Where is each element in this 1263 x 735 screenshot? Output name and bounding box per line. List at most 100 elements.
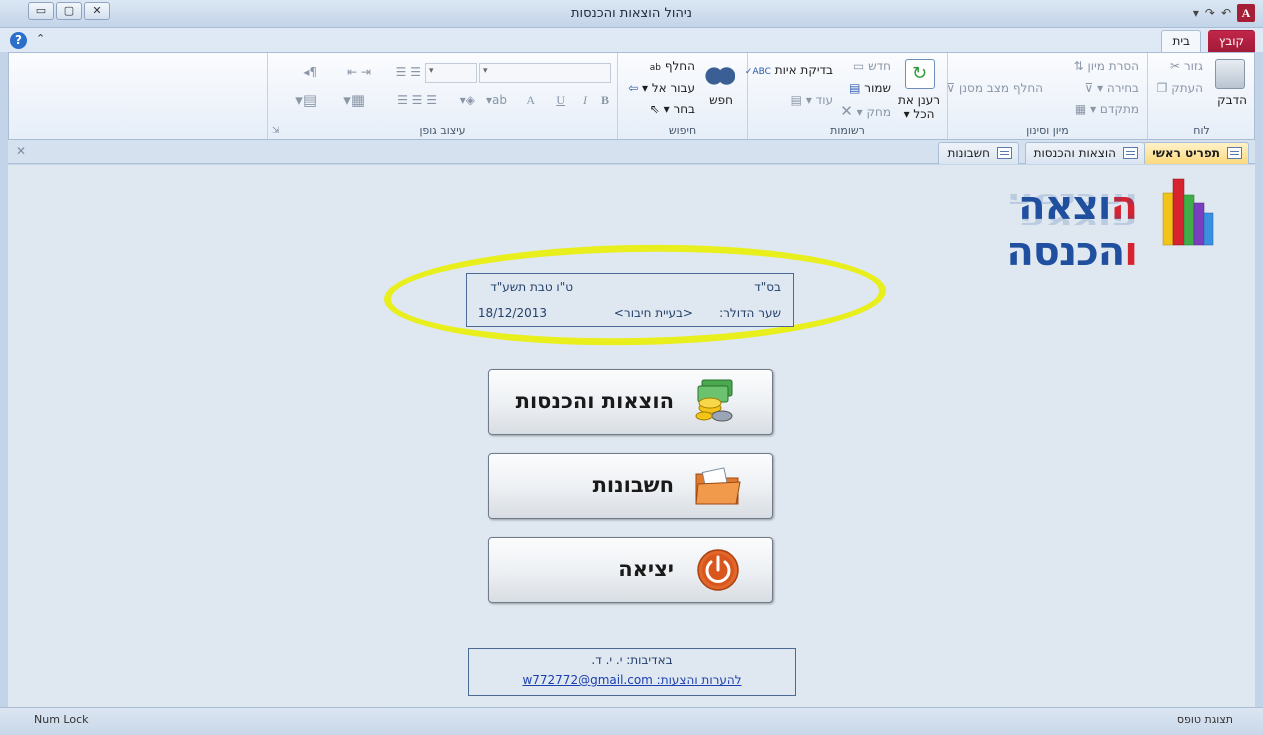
folder-icon (695, 467, 741, 505)
gregorian-date: 18/12/2013 (477, 306, 547, 320)
tab-file[interactable]: קובץ (1207, 30, 1255, 52)
exit-label: יציאה (618, 557, 674, 581)
save-label: שמור (864, 81, 891, 95)
advanced-label: מתקדם ▾ (1090, 102, 1139, 116)
scissors-icon: ✂ (1169, 59, 1181, 73)
selection-button[interactable]: בחירה ▾ ⊽ (1084, 81, 1139, 95)
font-name-chevron-icon: ▾ (483, 66, 488, 76)
accounts-button[interactable]: חשבונות (488, 453, 773, 519)
selection-label: בחירה ▾ (1097, 81, 1139, 95)
font-size-dropdown[interactable]: ▾ (425, 63, 477, 83)
filter-selection-icon: ⊽ (1084, 81, 1094, 95)
logo-letter: ו (1124, 189, 1137, 211)
doc-tab-label: חשבונות (947, 146, 990, 160)
select-button[interactable]: בחר ▾ ⇖ (650, 102, 695, 116)
refresh-all-icon[interactable]: ↻ (905, 59, 935, 89)
bold-button[interactable]: B (601, 93, 609, 108)
doc-tab-main-menu[interactable]: תפריט ראשי (1143, 142, 1249, 164)
delete-icon: ✕ (840, 102, 853, 120)
logo-letter: ו (1124, 229, 1138, 275)
accounts-label: חשבונות (592, 473, 674, 497)
dialog-launcher-icon[interactable]: ⇲ (272, 126, 280, 136)
close-tab-icon[interactable]: ✕ (16, 144, 26, 158)
paragraph-rtl-icon[interactable]: ¶◂ (303, 65, 317, 79)
highlight-color-icon[interactable]: ab▾ (486, 93, 507, 107)
expenses-income-label: הוצאות והכנסות (515, 389, 674, 413)
fill-color-icon[interactable]: ◈▾ (460, 93, 475, 107)
document-tabs: ✕ תפריט ראשי הוצאות והכנסות חשבונות (8, 140, 1255, 164)
undo-icon[interactable]: ↶ (1221, 6, 1231, 20)
font-size-chevron-icon: ▾ (429, 66, 434, 76)
status-bar: Num Lock תצוגת טופס (0, 707, 1263, 735)
clipboard-group: הדבק גזור ✂ העתק ❐ לוח (1147, 53, 1255, 139)
list-bullets-icon[interactable]: ☰ ☰ (396, 65, 421, 79)
copy-label: העתק (1171, 81, 1203, 95)
font-color-button[interactable]: A (526, 93, 535, 108)
paste-icon[interactable] (1215, 59, 1245, 89)
find-button[interactable]: חפש (709, 93, 733, 107)
copy-icon: ❐ (1156, 81, 1168, 95)
delete-label: מחק ▾ (856, 105, 891, 119)
contact-email-link[interactable]: להערות והצעות: w772772@gmail.com (469, 673, 795, 687)
doc-tab-expenses[interactable]: הוצאות והכנסות (1024, 142, 1145, 164)
replace-button[interactable]: החלף ab (650, 59, 695, 73)
underline-button[interactable]: U (556, 93, 565, 108)
refresh-all-button[interactable]: רענן את הכל ▾ (897, 93, 941, 121)
doc-tab-accounts[interactable]: חשבונות (938, 142, 1019, 164)
alternate-row-color-icon[interactable]: ▤▾ (295, 91, 317, 109)
dollar-rate-value: <בעיית חיבור> (613, 306, 693, 320)
doc-tab-label: הוצאות והכנסות (1033, 146, 1116, 160)
credits-box: באדיבות: י. י. ד. להערות והצעות: w772772… (468, 648, 796, 696)
access-logo-icon[interactable]: A (1237, 4, 1255, 22)
redo-icon[interactable]: ↷ (1205, 6, 1215, 20)
more-records-button[interactable]: עוד ▾ ▤ (791, 93, 833, 107)
expenses-income-button[interactable]: הוצאות והכנסות (488, 369, 773, 435)
exit-button[interactable]: יציאה (488, 537, 773, 603)
window-border-left (0, 52, 8, 707)
sort-filter-label: מיון וסינון (1026, 124, 1069, 137)
remove-sort-icon: ⇅ (1073, 59, 1084, 73)
select-label: בחר ▾ (663, 102, 695, 116)
window-title: ניהול הוצאות והכנסות (571, 6, 692, 21)
spelling-button[interactable]: בדיקת איות ABC✓ (745, 63, 833, 77)
align-icons[interactable]: ☰ ☰ ☰ (397, 93, 437, 107)
paste-button[interactable]: הדבק (1217, 93, 1247, 107)
advanced-button[interactable]: מתקדם ▾ ▦ (1075, 102, 1139, 116)
app-logo: הוצאה והכנסה הוצאה והכנסה (905, 173, 1215, 275)
binoculars-icon[interactable] (705, 58, 735, 88)
bar-chart-logo-icon (1162, 178, 1214, 246)
spelling-label: בדיקת איות (774, 63, 833, 77)
remove-sort-button[interactable]: הסרת מיון ⇅ (1074, 59, 1139, 73)
help-icon[interactable]: ? (10, 32, 27, 49)
italic-button[interactable]: I (583, 93, 587, 108)
find-label: חיפוש (668, 124, 697, 137)
save-record-button[interactable]: שמור ▤ (849, 81, 891, 95)
minimize-ribbon-icon[interactable]: ⌃ (36, 32, 45, 45)
logo-word: הכנסה (1006, 229, 1125, 275)
cut-button[interactable]: גזור ✂ (1170, 59, 1203, 73)
toggle-filter-button[interactable]: החלף מצב מסנן ⊽ (946, 81, 1043, 95)
tab-home[interactable]: בית (1161, 30, 1201, 52)
goto-button[interactable]: עבור אל ▾ ⇦ (628, 81, 695, 95)
customize-qat-icon[interactable]: ▾ (1193, 6, 1199, 20)
new-record-button[interactable]: חדש ▭ (853, 59, 891, 73)
logo-letter: ה (1110, 210, 1137, 231)
logo-word: וצאה (1018, 210, 1111, 231)
font-name-dropdown[interactable]: ▾ (479, 63, 611, 83)
ribbon-tab-row: ? ⌃ בית קובץ (0, 28, 1263, 52)
text-format-group: ▾ ▾ ☰ ☰ ⇥ ⇤ ¶◂ B I U A ab▾ ◈▾ ☰ ☰ ☰ ▦▾ ▤… (267, 53, 617, 139)
indent-icon[interactable]: ⇥ ⇤ (347, 65, 371, 79)
hebrew-date: ט"ו טבת תשע"ד (490, 280, 573, 294)
records-group: ↻ רענן את הכל ▾ חדש ▭ שמור ▤ מחק ▾ ✕ בדי… (745, 53, 947, 139)
copy-button[interactable]: העתק ❐ (1157, 81, 1203, 95)
power-icon (697, 549, 739, 591)
sort-filter-group: הסרת מיון ⇅ בחירה ▾ ⊽ מתקדם ▾ ▦ החלף מצב… (946, 53, 1147, 139)
save-icon: ▤ (849, 81, 861, 95)
toggle-filter-label: החלף מצב מסנן (958, 81, 1043, 95)
new-label: חדש (868, 59, 891, 73)
gridlines-icon[interactable]: ▦▾ (343, 91, 365, 109)
cut-label: גזור (1183, 59, 1203, 73)
dollar-rate-label: שער הדולר: (719, 306, 781, 320)
delete-record-button[interactable]: מחק ▾ ✕ (840, 102, 891, 120)
text-format-label: עיצוב גופן (419, 124, 466, 137)
